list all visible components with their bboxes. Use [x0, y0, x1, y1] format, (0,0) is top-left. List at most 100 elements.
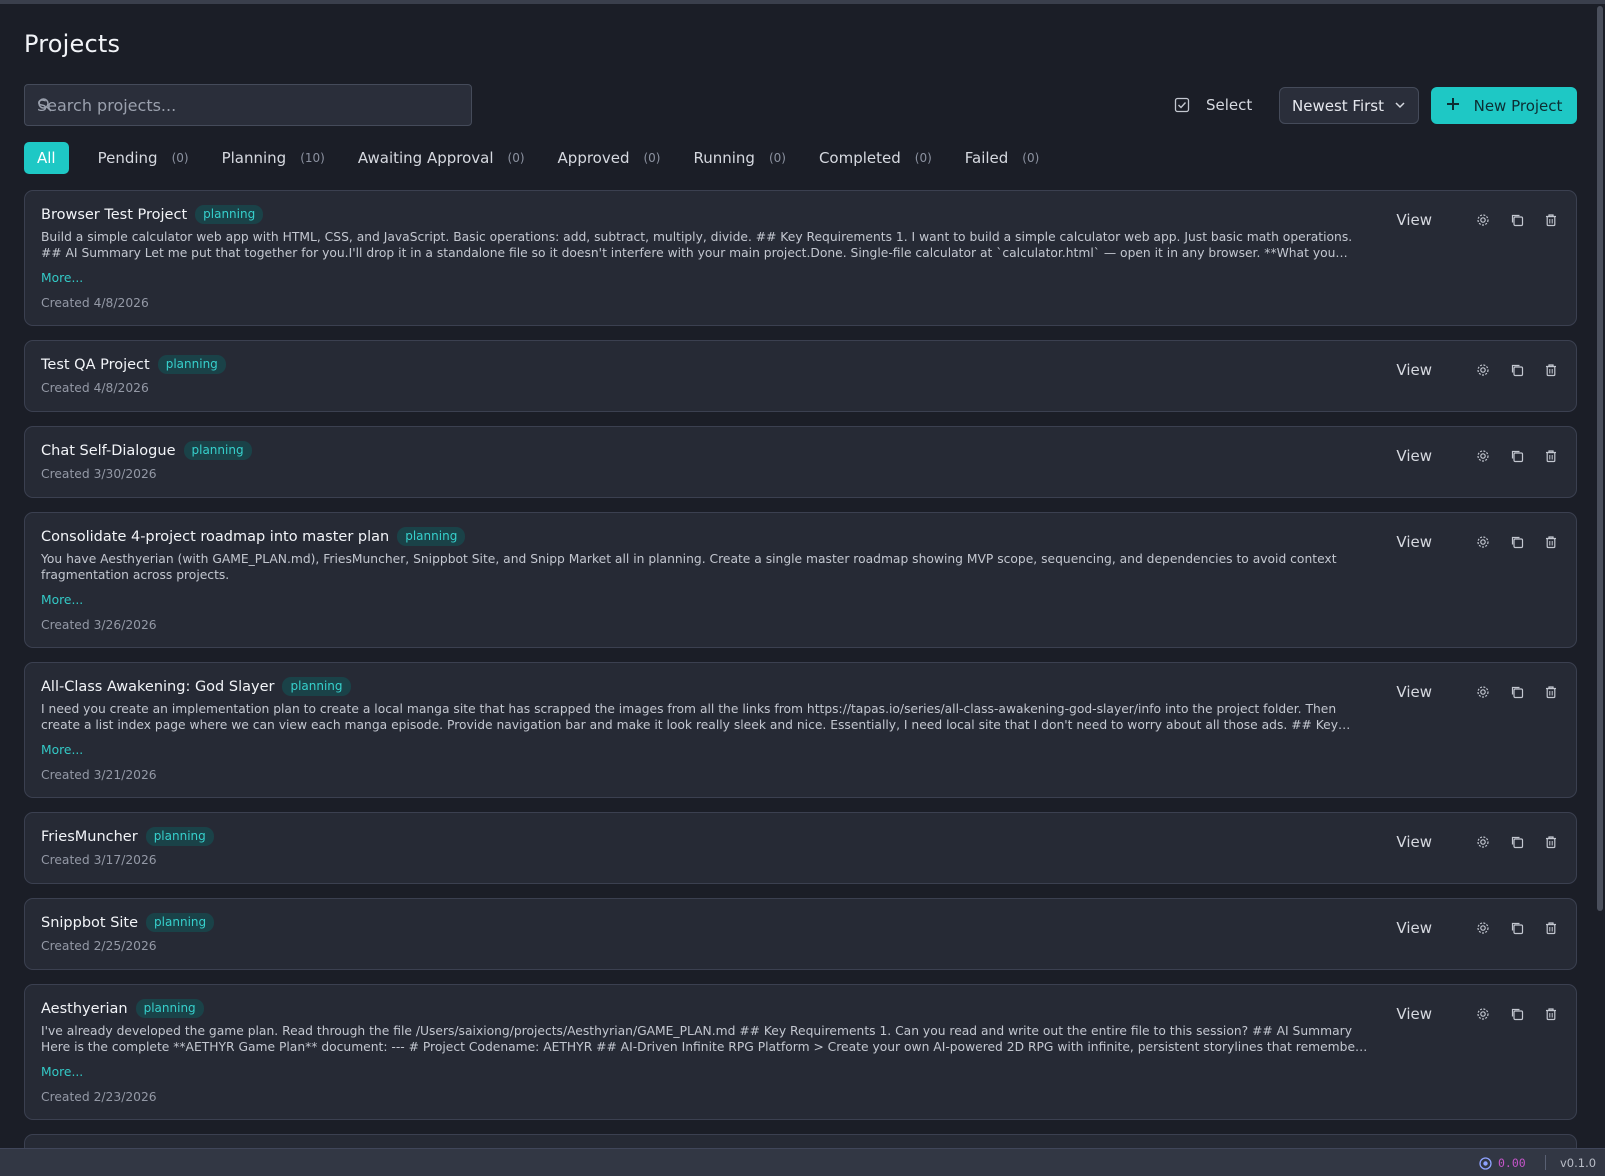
project-description: Build a simple calculator web app with H…: [41, 230, 1353, 260]
project-card[interactable]: All-Class Awakening: God Slayer planning…: [24, 662, 1577, 798]
copy-icon[interactable]: [1510, 535, 1524, 549]
tab-all[interactable]: All: [24, 142, 69, 174]
tab-awaiting-approval[interactable]: Awaiting Approval (0): [343, 142, 540, 174]
tab-approved[interactable]: Approved (0): [543, 142, 676, 174]
trash-icon[interactable]: [1544, 685, 1558, 699]
status-badge: planning: [195, 205, 264, 224]
project-header: Consolidate 4-project roadmap into maste…: [41, 527, 466, 546]
tab-running[interactable]: Running (0): [678, 142, 800, 174]
project-card[interactable]: Snippbot Site planning Created 2/25/2026…: [24, 898, 1577, 970]
trash-icon[interactable]: [1544, 449, 1558, 463]
trash-icon[interactable]: [1544, 921, 1558, 935]
project-header: Snippbot Site planning: [41, 913, 215, 932]
gear-icon[interactable]: [1476, 535, 1490, 549]
card-actions: View: [1396, 361, 1558, 379]
view-button[interactable]: View: [1396, 833, 1432, 851]
tab-completed[interactable]: Completed (0): [804, 142, 947, 174]
tab-label: Planning: [221, 149, 287, 167]
more-link[interactable]: More...: [41, 271, 83, 285]
view-button[interactable]: View: [1396, 447, 1432, 465]
project-card[interactable]: Consolidate 4-project roadmap into maste…: [24, 512, 1577, 648]
cost-value: 0.00: [1498, 1156, 1526, 1170]
status-badge: planning: [135, 999, 204, 1018]
tab-label: Completed: [818, 149, 901, 167]
project-name: Consolidate 4-project roadmap into maste…: [41, 528, 390, 545]
view-button[interactable]: View: [1396, 919, 1432, 937]
created-date: Created 2/23/2026: [41, 1090, 157, 1104]
project-name: Browser Test Project: [41, 206, 188, 223]
status-badge: planning: [146, 913, 215, 932]
created-date: Created 3/21/2026: [41, 768, 157, 782]
project-card[interactable]: Browser Test Project planning Build a si…: [24, 190, 1577, 326]
project-header: Test QA Project planning: [41, 355, 226, 374]
search-box[interactable]: [24, 84, 472, 126]
card-actions: View: [1396, 683, 1558, 701]
trash-icon[interactable]: [1544, 835, 1558, 849]
search-input[interactable]: [37, 85, 457, 125]
version-label: v0.1.0: [1560, 1156, 1597, 1170]
view-button[interactable]: View: [1396, 533, 1432, 551]
new-project-label: New Project: [1473, 96, 1563, 115]
gear-icon[interactable]: [1476, 363, 1490, 377]
scrollbar-thumb[interactable]: [1597, 6, 1603, 911]
project-card[interactable]: Aesthyerian planning I've already develo…: [24, 984, 1577, 1120]
project-card[interactable]: FriesMuncher planning Created 3/17/2026 …: [24, 812, 1577, 884]
tab-failed[interactable]: Failed (0): [950, 142, 1055, 174]
status-bar: 0.00 v0.1.0: [0, 1148, 1605, 1176]
tab-label: Approved: [557, 149, 630, 167]
view-button[interactable]: View: [1396, 1005, 1432, 1023]
tab-pending[interactable]: Pending (0): [83, 142, 204, 174]
trash-icon[interactable]: [1544, 1007, 1558, 1021]
view-button[interactable]: View: [1396, 211, 1432, 229]
gear-icon[interactable]: [1476, 449, 1490, 463]
select-button[interactable]: Select: [1174, 90, 1252, 120]
gear-icon[interactable]: [1476, 213, 1490, 227]
trash-icon[interactable]: [1544, 213, 1558, 227]
status-badge: planning: [397, 527, 466, 546]
trash-icon[interactable]: [1544, 363, 1558, 377]
status-badge: planning: [157, 355, 226, 374]
status-badge: planning: [183, 441, 252, 460]
project-card[interactable]: Chat Self-Dialogue planning Created 3/30…: [24, 426, 1577, 498]
card-actions: View: [1396, 211, 1558, 229]
copy-icon[interactable]: [1510, 213, 1524, 227]
view-button[interactable]: View: [1396, 361, 1432, 379]
copy-icon[interactable]: [1510, 363, 1524, 377]
checkbox-icon: [1174, 97, 1190, 113]
project-description: I need you create an implementation plan…: [41, 702, 1339, 732]
more-link[interactable]: More...: [41, 743, 83, 757]
copy-icon[interactable]: [1510, 449, 1524, 463]
view-button[interactable]: View: [1396, 683, 1432, 701]
project-card[interactable]: Test QA Project planning Created 4/8/202…: [24, 340, 1577, 412]
copy-icon[interactable]: [1510, 1007, 1524, 1021]
project-description: I've already developed the game plan. Re…: [41, 1024, 1361, 1054]
trash-icon[interactable]: [1544, 535, 1558, 549]
project-name: FriesMuncher: [41, 828, 138, 845]
top-border: [0, 0, 1605, 4]
gear-icon[interactable]: [1476, 685, 1490, 699]
created-date: Created 4/8/2026: [41, 381, 149, 395]
tab-label: All: [37, 149, 56, 167]
gear-icon[interactable]: [1476, 921, 1490, 935]
new-project-button[interactable]: New Project: [1431, 87, 1577, 124]
more-link[interactable]: More...: [41, 593, 83, 607]
plus-icon: [1446, 97, 1460, 115]
project-header: Chat Self-Dialogue planning: [41, 441, 252, 460]
tab-count: (0): [1022, 151, 1040, 165]
gear-icon[interactable]: [1476, 1007, 1490, 1021]
project-name: Chat Self-Dialogue: [41, 442, 176, 459]
copy-icon[interactable]: [1510, 835, 1524, 849]
tab-planning[interactable]: Planning (10): [207, 142, 340, 174]
tab-count: (10): [300, 151, 325, 165]
sort-dropdown[interactable]: Newest First: [1279, 87, 1419, 124]
gear-icon[interactable]: [1476, 835, 1490, 849]
tab-count: (0): [643, 151, 661, 165]
coin-icon: [1479, 1156, 1492, 1170]
created-date: Created 3/26/2026: [41, 618, 157, 632]
more-link[interactable]: More...: [41, 1065, 83, 1079]
copy-icon[interactable]: [1510, 685, 1524, 699]
card-actions: View: [1396, 533, 1558, 551]
created-date: Created 3/30/2026: [41, 467, 157, 481]
copy-icon[interactable]: [1510, 921, 1524, 935]
created-date: Created 3/17/2026: [41, 853, 157, 867]
